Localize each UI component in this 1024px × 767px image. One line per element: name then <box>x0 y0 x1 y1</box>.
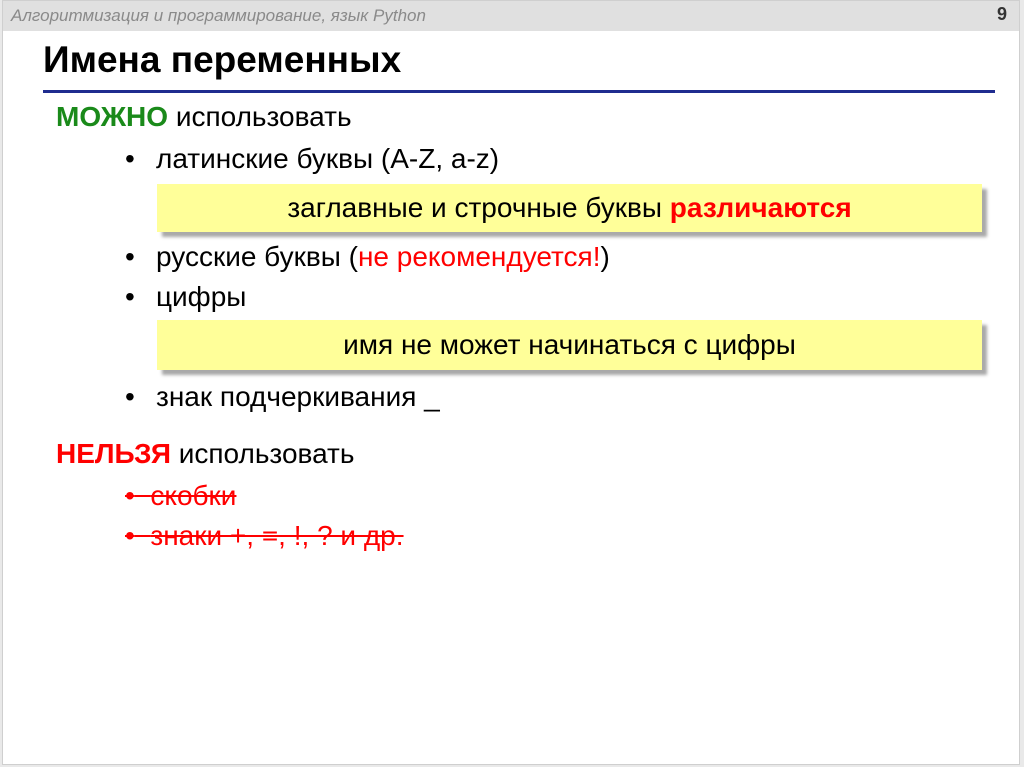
forbidden-keyword: НЕЛЬЗЯ <box>56 438 171 469</box>
closing-paren: ) <box>600 241 610 272</box>
signs-text: знаки +, =, !, ? и др. <box>150 520 404 551</box>
list-item-digits: цифры <box>156 281 247 312</box>
bullet-icon: • <box>125 241 135 272</box>
title-underline <box>43 90 995 93</box>
case-note-emphasis: различаются <box>669 192 852 223</box>
allowed-heading-rest: использовать <box>168 101 352 132</box>
slide: Алгоритмизация и программирование, язык … <box>2 0 1020 765</box>
bullet-icon: • <box>125 381 135 412</box>
slide-header: Алгоритмизация и программирование, язык … <box>3 1 1019 31</box>
bullet-icon: • <box>125 520 135 551</box>
page-number: 9 <box>996 4 1007 24</box>
case-sensitivity-note: заглавные и строчные буквы различаются <box>157 184 982 232</box>
russian-letters-text: русские буквы ( <box>156 241 358 272</box>
allowed-keyword: МОЖНО <box>56 101 169 132</box>
list-item-russian: русские буквы (не рекомендуется!) <box>156 241 610 273</box>
bullet-icon: • <box>125 143 135 174</box>
allowed-heading: МОЖНО использовать <box>56 101 352 133</box>
bullet-icon: • <box>125 281 135 312</box>
forbidden-item-signs: • знаки +, =, !, ? и др. <box>125 520 404 552</box>
forbidden-item-brackets: • скобки <box>125 480 236 512</box>
brackets-text: скобки <box>150 480 237 511</box>
not-recommended-text: не рекомендуется! <box>357 241 601 272</box>
slide-title: Имена переменных <box>43 39 402 80</box>
bullet-icon: • <box>125 480 135 511</box>
course-title: Алгоритмизация и программирование, язык … <box>11 6 426 25</box>
forbidden-heading: НЕЛЬЗЯ использовать <box>56 438 354 470</box>
list-item-underscore: знак подчеркивания _ <box>156 381 440 412</box>
forbidden-heading-rest: использовать <box>170 438 355 469</box>
case-note-text: заглавные и строчные буквы <box>287 192 670 223</box>
list-item-latin: латинские буквы (A-Z, a-z) <box>156 143 500 174</box>
digit-start-note: имя не может начинаться с цифры <box>157 320 982 370</box>
